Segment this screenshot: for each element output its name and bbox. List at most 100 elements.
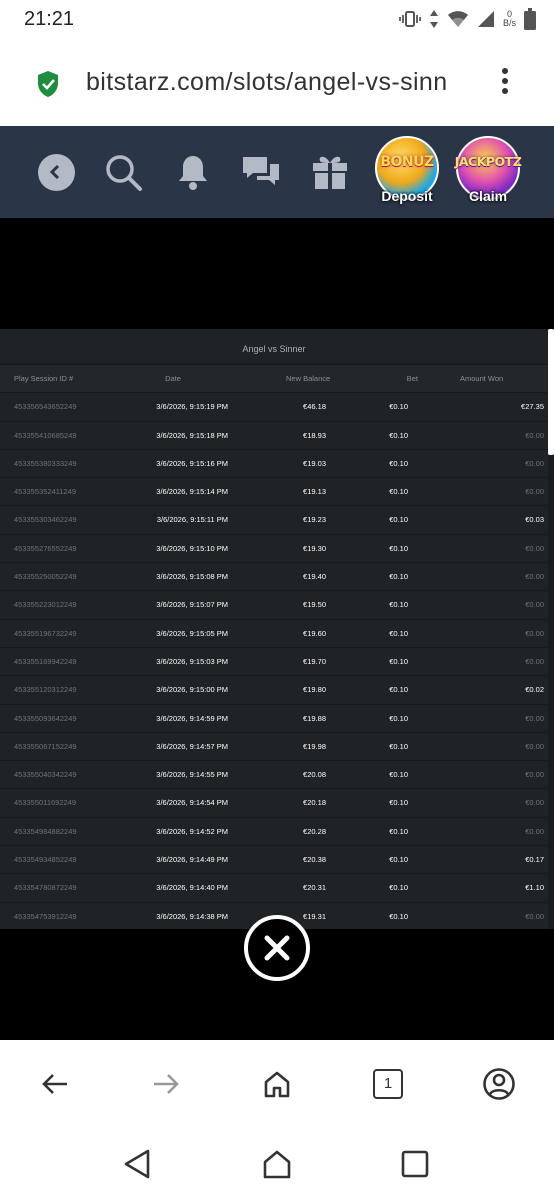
amount-won-cell: €0.02	[525, 685, 544, 695]
table-body: 453356543652249 3/6/2026, 9:15:19 PM €46.1…	[0, 393, 548, 929]
session-id-cell: 453355223012249	[14, 600, 77, 610]
bet-cell: €0.10	[389, 713, 408, 723]
table-row: 453355093642249 3/6/2026, 9:14:59 PM €19.8…	[0, 705, 548, 733]
date-cell: 3/6/2026, 9:14:54 PM	[156, 798, 228, 808]
amount-won-cell: €0.17	[525, 855, 544, 865]
session-id-cell: 453355040342249	[14, 770, 77, 780]
bet-cell: €0.10	[389, 685, 408, 695]
bet-cell: €0.10	[389, 487, 408, 497]
search-icon[interactable]	[101, 150, 145, 194]
net-speed: 0 B/s	[502, 9, 516, 28]
status-time: 21:21	[24, 8, 75, 30]
back-icon	[37, 153, 75, 191]
system-nav-bar	[0, 1128, 554, 1200]
col-header-bet: Bet	[406, 374, 418, 383]
chat-icon[interactable]	[239, 150, 283, 194]
site-header: BONUZ Deposit JACKPOTZ Claim	[0, 126, 554, 218]
jackpotz-claim-button[interactable]: JACKPOTZ Claim	[453, 136, 523, 208]
session-id-cell: 453355352411249	[14, 487, 77, 497]
bet-cell: €0.10	[389, 458, 408, 468]
session-id-cell: 453355120312249	[14, 685, 77, 695]
table-row: 453354780872249 3/6/2026, 9:14:40 PM €20.3…	[0, 874, 548, 903]
bet-cell: €0.10	[389, 543, 408, 553]
balance-cell: €19.70	[303, 656, 326, 666]
balance-cell: €19.13	[303, 487, 326, 497]
balance-cell: €19.60	[303, 628, 326, 638]
balance-cell: €20.08	[303, 770, 326, 780]
session-id-cell: 453355011692249	[14, 798, 77, 808]
date-cell: 3/6/2026, 9:14:49 PM	[156, 855, 228, 865]
session-id-cell: 453354984882249	[14, 826, 77, 836]
date-cell: 3/6/2026, 9:15:05 PM	[156, 628, 228, 638]
jackpotz-logo: JACKPOTZ Claim	[455, 136, 522, 204]
recents-icon[interactable]	[393, 1142, 437, 1186]
bet-cell: €0.10	[389, 741, 408, 751]
col-header-session-id: Play Session ID #	[14, 374, 74, 383]
system-back-icon[interactable]	[115, 1142, 159, 1186]
bell-icon[interactable]	[171, 150, 215, 194]
table-row: 453355352411249 3/6/2026, 9:15:14 PM €19.1…	[0, 478, 548, 507]
balance-cell: €20.18	[303, 798, 326, 808]
balance-cell: €19.23	[303, 515, 326, 525]
amount-won-cell: €0.00	[525, 798, 544, 808]
date-cell: 3/6/2026, 9:15:07 PM	[156, 600, 228, 610]
date-cell: 3/6/2026, 9:14:55 PM	[156, 770, 228, 780]
session-id-cell: 453355276552249	[14, 543, 77, 553]
account-icon[interactable]	[477, 1064, 521, 1104]
bet-cell: €0.10	[389, 826, 408, 836]
balance-cell: €18.93	[303, 430, 326, 440]
cell-signal-icon	[477, 11, 494, 27]
tabs-button[interactable]: 1	[366, 1064, 410, 1104]
table-row: 453355250052249 3/6/2026, 9:15:08 PM €19.4…	[0, 563, 548, 592]
amount-won-cell: €0.00	[525, 770, 544, 780]
amount-won-cell: €0.00	[525, 713, 544, 723]
game-history-panel[interactable]: Angel vs Sinner Play Session ID # Date N…	[0, 329, 548, 929]
date-cell: 3/6/2026, 9:14:52 PM	[156, 826, 228, 836]
close-history-button[interactable]	[244, 915, 310, 981]
amount-won-cell: €0.00	[525, 826, 544, 836]
gift-icon[interactable]	[308, 150, 352, 194]
amount-won-cell: €0.00	[525, 487, 544, 497]
back-arrow-icon[interactable]	[33, 1064, 77, 1104]
battery-icon	[524, 8, 536, 30]
history-title: Angel vs Sinner	[0, 329, 548, 365]
date-cell: 3/6/2026, 9:14:57 PM	[156, 741, 228, 751]
bet-cell: €0.10	[389, 572, 408, 582]
date-cell: 3/6/2026, 9:15:08 PM	[156, 572, 228, 582]
balance-cell: €20.31	[303, 883, 326, 893]
browser-url-bar: bitstarz.com/slots/angel-vs-sinn	[0, 40, 554, 126]
table-row: 453355303462249 3/6/2026, 9:15:11 PM €19.2…	[0, 506, 548, 535]
bonuz-deposit-button[interactable]: BONUZ Deposit	[372, 136, 442, 208]
bet-cell: €0.10	[389, 855, 408, 865]
date-cell: 3/6/2026, 9:14:40 PM	[156, 883, 228, 893]
table-row: 453355410685249 3/6/2026, 9:15:18 PM €18.9…	[0, 422, 548, 450]
amount-won-cell: €0.00	[525, 572, 544, 582]
status-bar: 21:21 0 B/s	[0, 0, 554, 40]
balance-cell: €19.40	[303, 572, 326, 582]
forward-arrow-icon[interactable]	[144, 1064, 188, 1104]
session-id-cell: 453355380333249	[14, 458, 77, 468]
bet-cell: €0.10	[389, 515, 408, 525]
browser-menu-icon[interactable]	[498, 68, 512, 98]
system-home-icon[interactable]	[255, 1142, 299, 1186]
date-cell: 3/6/2026, 9:15:16 PM	[156, 458, 228, 468]
bet-cell: €0.10	[389, 798, 408, 808]
table-row: 453355276552249 3/6/2026, 9:15:10 PM €19.3…	[0, 535, 548, 564]
col-header-balance: New Balance	[286, 374, 331, 383]
amount-won-cell: €0.00	[525, 628, 544, 638]
session-id-cell: 453355067152249	[14, 741, 77, 751]
secure-shield-icon[interactable]	[36, 70, 60, 98]
scrollbar-thumb[interactable]	[548, 329, 554, 455]
table-row: 453355380333249 3/6/2026, 9:15:16 PM €19.0…	[0, 450, 548, 479]
amount-won-cell: €0.00	[525, 656, 544, 666]
back-button[interactable]	[34, 150, 78, 194]
url-text[interactable]: bitstarz.com/slots/angel-vs-sinn	[86, 68, 468, 97]
balance-cell: €19.80	[303, 685, 326, 695]
bet-cell: €0.10	[389, 656, 408, 666]
home-icon[interactable]	[255, 1064, 299, 1104]
session-id-cell: 453355410685249	[14, 430, 77, 440]
table-row: 453355120312249 3/6/2026, 9:15:00 PM €19.8…	[0, 676, 548, 705]
amount-won-cell: €0.00	[525, 741, 544, 751]
session-id-cell: 453356543652249	[14, 402, 77, 412]
balance-cell: €19.98	[303, 741, 326, 751]
